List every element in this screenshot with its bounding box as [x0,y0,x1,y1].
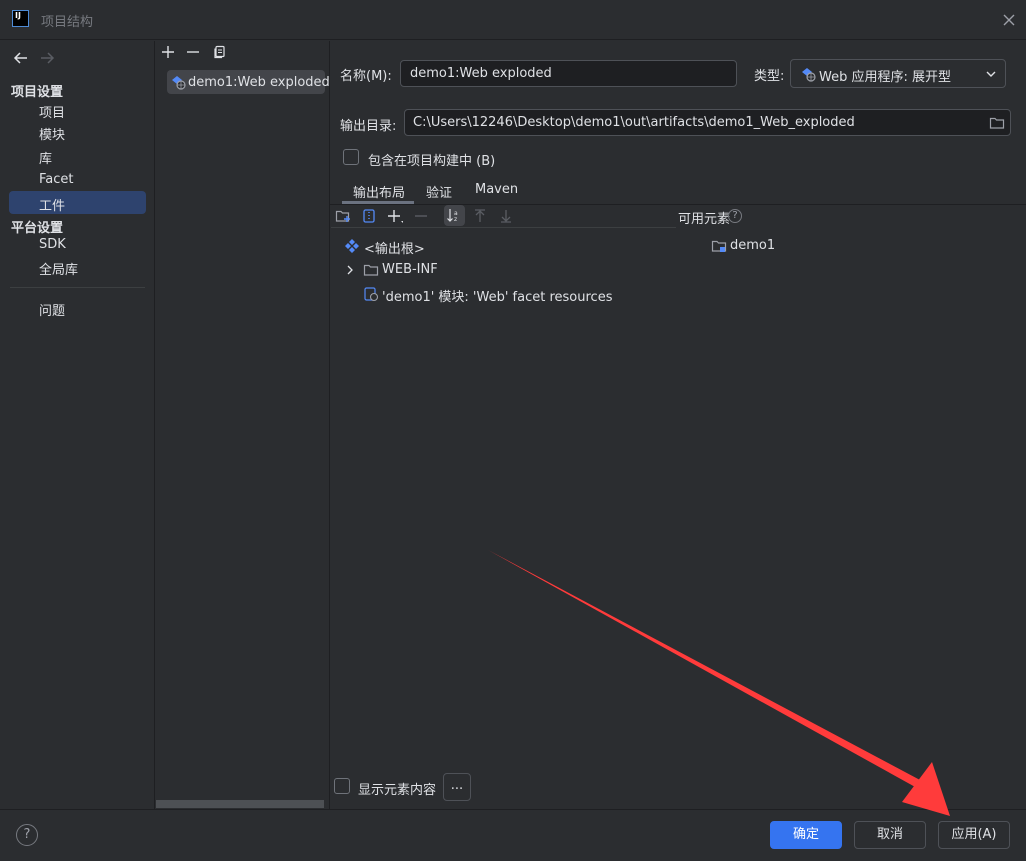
tab-separator [330,204,1026,205]
remove-element-icon[interactable] [413,208,429,224]
create-archive-icon[interactable] [361,208,377,224]
type-label: 类型: [754,69,785,84]
remove-artifact-icon[interactable] [185,44,201,60]
output-dir-field[interactable]: C:\Users\12246\Desktop\demo1\out\artifac… [404,109,1011,136]
nav-item-global-libraries[interactable]: 全局库 [39,259,78,278]
copy-artifact-icon[interactable] [212,44,228,60]
artifact-list-pane [155,41,330,809]
name-field[interactable]: demo1:Web exploded [400,60,737,87]
folder-browse-icon[interactable] [989,115,1005,131]
add-copy-icon[interactable] [387,208,405,224]
nav-selection-highlight [9,191,146,214]
move-down-icon[interactable] [498,208,514,224]
nav-item-artifacts[interactable]: 工件 [39,195,65,214]
available-item-demo1[interactable]: demo1 [730,238,775,253]
cancel-button[interactable]: 取消 [854,821,926,849]
ok-button[interactable]: 确定 [770,821,842,849]
help-circle-icon[interactable]: ? [728,209,742,223]
chevron-right-icon[interactable] [344,263,356,277]
include-in-build-checkbox[interactable] [343,149,359,165]
name-label: 名称(M): [340,69,392,84]
list-horizontal-scrollbar[interactable] [156,800,324,808]
app-logo-icon: IJ [12,10,29,27]
nav-divider [10,287,145,288]
show-contents-label: 显示元素内容 [358,783,437,798]
nav-item-sdk[interactable]: SDK [39,237,66,252]
output-dir-label: 输出目录: [340,119,397,134]
help-button[interactable]: ? [16,824,38,846]
show-contents-checkbox[interactable] [334,778,350,794]
module-folder-icon [711,238,727,254]
svg-text:z: z [454,216,457,223]
module-resources-icon [363,286,379,302]
nav-item-project[interactable]: 项目 [39,102,65,121]
settings-nav [0,41,155,809]
active-tab-indicator [342,201,414,204]
tree-item-facet-resources[interactable]: 'demo1' 模块: 'Web' facet resources [382,286,612,305]
apply-button[interactable]: 应用(A) [938,821,1010,849]
nav-item-libraries[interactable]: 库 [39,148,52,167]
nav-item-problems[interactable]: 问题 [39,300,65,319]
dialog-title: 项目结构 [41,15,94,30]
tab-output-layout[interactable]: 输出布局 [353,182,405,201]
output-layout-tree [331,228,676,808]
back-arrow-icon[interactable] [13,51,29,65]
tree-item-web-inf[interactable]: WEB-INF [382,262,438,277]
name-field-value: demo1:Web exploded [410,66,552,81]
type-dropdown-value: Web 应用程序: 展开型 [819,70,951,85]
artifact-list-item-label: demo1:Web exploded [188,75,330,90]
web-artifact-icon [170,74,186,90]
move-up-icon[interactable] [472,208,488,224]
close-icon[interactable] [1000,11,1018,29]
title-bar [0,0,1026,40]
tab-maven[interactable]: Maven [475,182,518,197]
nav-item-modules[interactable]: 模块 [39,124,65,143]
web-app-type-icon [800,66,816,82]
type-dropdown[interactable]: Web 应用程序: 展开型 [790,59,1006,88]
create-directory-icon[interactable] [335,208,352,224]
nav-header-platform-settings: 平台设置 [11,221,64,236]
add-artifact-icon[interactable] [160,44,176,60]
include-in-build-label: 包含在项目构建中 (B) [368,154,496,169]
output-root-icon [344,238,360,254]
nav-header-project-settings: 项目设置 [11,85,64,100]
folder-icon [363,262,379,278]
output-root-label[interactable]: <输出根> [364,238,425,257]
sort-elements-icon[interactable]: az [444,205,465,226]
tab-validation[interactable]: 验证 [426,182,452,201]
forward-arrow-icon[interactable] [39,51,55,65]
chevron-down-icon [985,68,997,80]
output-dir-value: C:\Users\12246\Desktop\demo1\out\artifac… [413,115,855,130]
available-elements-label: 可用元素 [678,212,731,227]
nav-item-facet[interactable]: Facet [39,172,74,187]
more-options-button[interactable]: ... [443,773,471,801]
